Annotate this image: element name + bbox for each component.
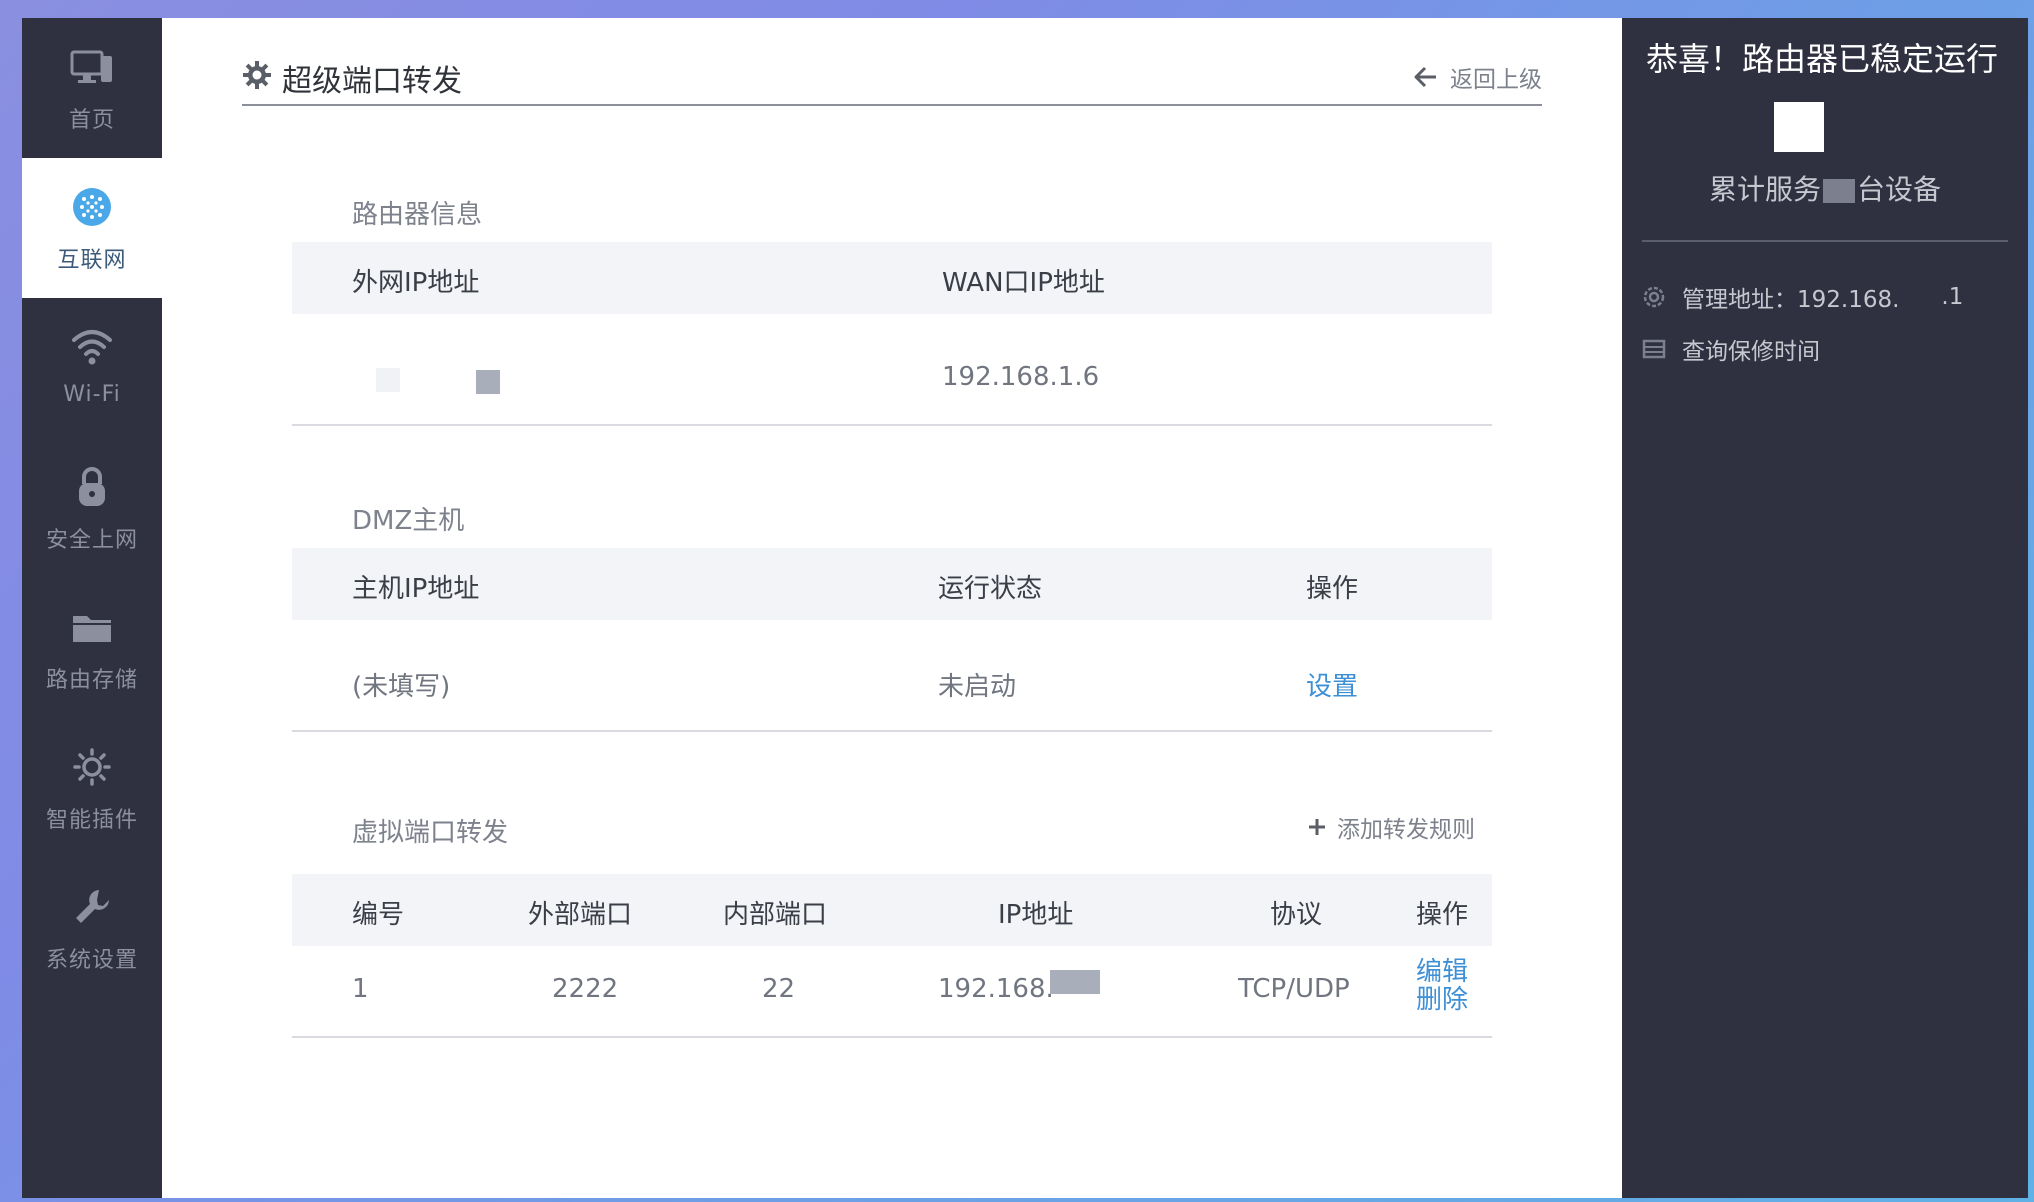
router-info-row: 192.168.1.6 bbox=[292, 314, 1492, 426]
redacted-external-ip bbox=[476, 370, 500, 394]
table-row: 1 2222 22 192.168. TCP/UDP 编辑 删除 bbox=[292, 946, 1492, 1038]
dmz-settings-link[interactable]: 设置 bbox=[1306, 666, 1358, 703]
dmz-table-header: 主机IP地址 运行状态 操作 bbox=[292, 548, 1492, 620]
nav-item-label: 路由存储 bbox=[45, 668, 138, 693]
wan-ip-value: 192.168.1.6 bbox=[942, 362, 1100, 392]
nav-item-smart-plugins[interactable]: 智能插件 bbox=[22, 718, 162, 858]
nav-item-secure-browsing[interactable]: 安全上网 bbox=[22, 438, 162, 578]
delete-rule-link[interactable]: 删除 bbox=[1416, 986, 1468, 1014]
rule-ip: 192.168. bbox=[938, 974, 1054, 1004]
monitor-icon bbox=[70, 50, 112, 83]
section-title-port-forward: 虚拟端口转发 bbox=[352, 818, 509, 848]
status-title: 恭喜！路由器已稳定运行 bbox=[1646, 40, 1999, 78]
column-header: WAN口IP地址 bbox=[942, 268, 1105, 298]
nav-item-router-storage[interactable]: 路由存储 bbox=[22, 578, 162, 718]
nav-item-label: 互联网 bbox=[57, 248, 127, 273]
nav-item-wifi[interactable]: Wi-Fi bbox=[22, 298, 162, 438]
nav-item-label: 系统设置 bbox=[45, 948, 138, 973]
rule-id: 1 bbox=[352, 974, 369, 1004]
column-header: IP地址 bbox=[998, 900, 1074, 930]
add-rule-label: 添加转发规则 bbox=[1337, 817, 1475, 843]
back-label: 返回上级 bbox=[1450, 67, 1542, 93]
dmz-status: 未启动 bbox=[938, 672, 1017, 702]
admin-address: 管理地址：192.168. bbox=[1682, 287, 1900, 313]
arrow-left-icon bbox=[1414, 66, 1436, 88]
globe-icon bbox=[73, 188, 111, 226]
rule-internal-port: 22 bbox=[762, 974, 796, 1004]
column-header: 操作 bbox=[1416, 900, 1469, 930]
column-header: 内部端口 bbox=[723, 900, 828, 930]
column-header: 操作 bbox=[1306, 574, 1359, 604]
sun-gear-icon bbox=[73, 748, 111, 786]
rule-external-port: 2222 bbox=[552, 974, 619, 1004]
wifi-icon bbox=[72, 330, 112, 365]
warranty-link[interactable]: 查询保修时间 bbox=[1642, 332, 1820, 366]
lock-icon bbox=[79, 467, 105, 506]
port-forward-table-header: 编号 外部端口 内部端口 IP地址 协议 操作 bbox=[292, 874, 1492, 946]
nav-item-label: 安全上网 bbox=[45, 528, 138, 553]
served-devices-text: 累计服务 台设备 bbox=[1622, 168, 2028, 208]
redacted-device-count bbox=[1823, 179, 1855, 203]
folder-icon bbox=[73, 616, 111, 642]
admin-address-link[interactable]: 管理地址：192.168. .1 bbox=[1642, 280, 1963, 314]
add-rule-button[interactable]: 添加转发规则 bbox=[1307, 810, 1475, 844]
nav-item-label: 首页 bbox=[68, 108, 115, 133]
rule-protocol: TCP/UDP bbox=[1238, 974, 1350, 1004]
router-info-table-header: 外网IP地址 WAN口IP地址 bbox=[292, 242, 1492, 314]
edit-rule-link[interactable]: 编辑 bbox=[1416, 958, 1468, 986]
wrench-icon bbox=[76, 890, 109, 923]
page-title: 超级端口转发 bbox=[282, 64, 462, 99]
nav-item-label: Wi-Fi bbox=[63, 382, 121, 407]
section-title-router-info: 路由器信息 bbox=[352, 200, 483, 230]
warranty-label: 查询保修时间 bbox=[1682, 339, 1820, 365]
dmz-row: (未填写) 未启动 设置 bbox=[292, 620, 1492, 732]
column-header: 主机IP地址 bbox=[352, 574, 480, 604]
plus-icon bbox=[1309, 819, 1325, 835]
column-header: 编号 bbox=[352, 900, 405, 930]
status-panel: 恭喜！路由器已稳定运行 累计服务 台设备 管理地址：192.168. .1 查询保… bbox=[1622, 18, 2028, 1198]
served-suffix: 台设备 bbox=[1857, 173, 1942, 206]
column-header: 协议 bbox=[1270, 900, 1323, 930]
nav-item-internet[interactable]: 互联网 bbox=[22, 158, 162, 298]
column-header: 外网IP地址 bbox=[352, 268, 480, 298]
sidebar-nav: 首页 互联网 Wi-Fi 安全上网 路由存储 智能插件 系统设置 bbox=[22, 18, 162, 1198]
section-title-dmz: DMZ主机 bbox=[352, 506, 465, 536]
settings-icon bbox=[1643, 286, 1665, 308]
served-prefix: 累计服务 bbox=[1708, 173, 1821, 206]
dmz-host-ip: (未填写) bbox=[352, 672, 451, 702]
redacted-ip-suffix bbox=[1050, 970, 1100, 994]
main-panel: 超级端口转发 返回上级 路由器信息 外网IP地址 WAN口IP地址 192.16… bbox=[162, 18, 1622, 1198]
page-header: 超级端口转发 返回上级 bbox=[242, 46, 1542, 106]
back-button[interactable]: 返回上级 bbox=[1414, 60, 1542, 94]
nav-item-system-settings[interactable]: 系统设置 bbox=[22, 858, 162, 998]
calendar-icon bbox=[1642, 339, 1666, 359]
gear-icon bbox=[243, 61, 271, 89]
nav-item-home[interactable]: 首页 bbox=[22, 18, 162, 158]
divider bbox=[1642, 240, 2008, 242]
nav-item-label: 智能插件 bbox=[45, 808, 138, 833]
column-header: 外部端口 bbox=[528, 900, 633, 930]
redacted-uptime bbox=[1774, 102, 1824, 152]
app-frame: 首页 互联网 Wi-Fi 安全上网 路由存储 智能插件 系统设置 超级端口转发 … bbox=[22, 18, 2028, 1198]
admin-address-suffix: .1 bbox=[1941, 284, 1964, 310]
column-header: 运行状态 bbox=[938, 574, 1043, 604]
redacted-external-ip bbox=[376, 368, 400, 392]
